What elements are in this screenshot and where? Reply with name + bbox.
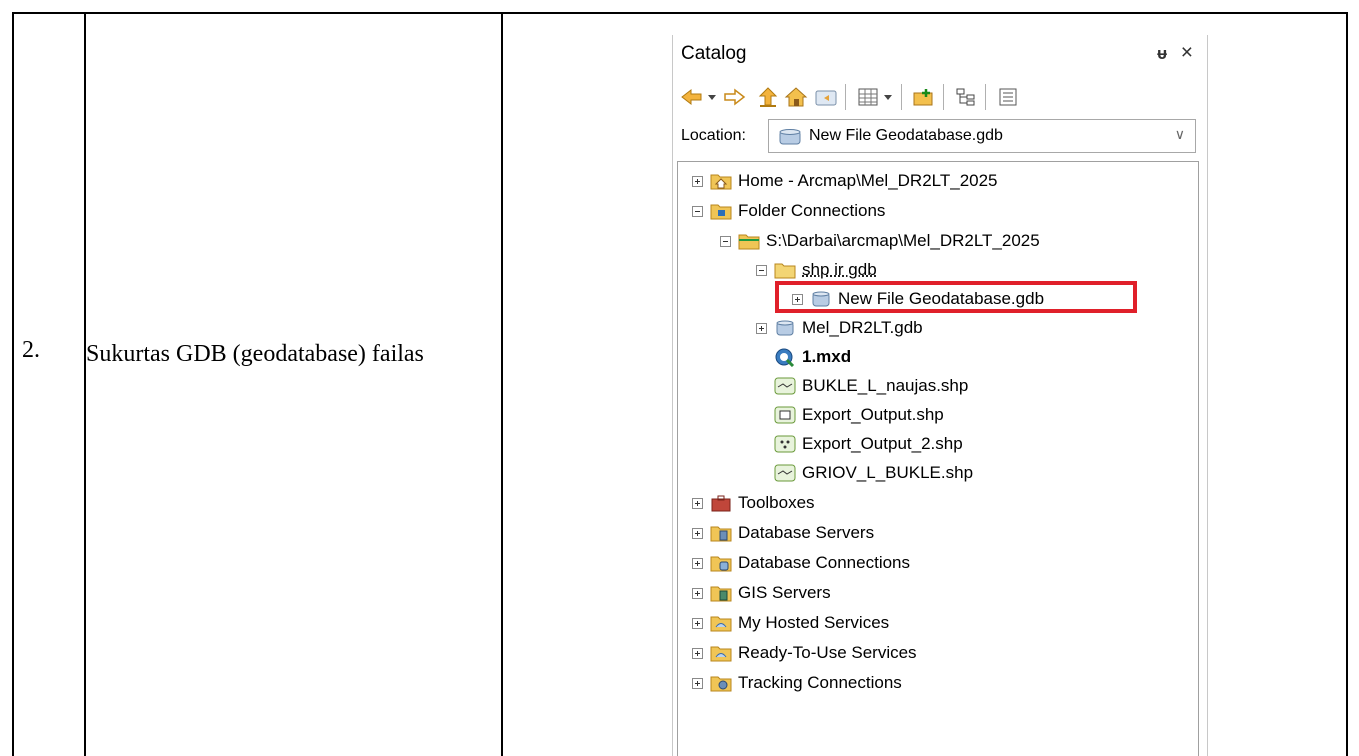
up-one-level-icon[interactable] bbox=[755, 84, 781, 110]
tree-item-new-file-geodatabase[interactable]: New File Geodatabase.gdb bbox=[792, 285, 1044, 313]
hosted-services-icon bbox=[710, 643, 732, 663]
expand-icon[interactable] bbox=[692, 557, 703, 569]
tree-item-bukle-l-naujas[interactable]: BUKLE_L_naujas.shp bbox=[774, 372, 968, 400]
view-dropdown-icon[interactable] bbox=[881, 84, 895, 110]
tree-item-1-mxd[interactable]: 1.mxd bbox=[774, 343, 851, 371]
tree-item-folder-connections[interactable]: Folder Connections bbox=[692, 197, 885, 225]
column-divider bbox=[84, 14, 86, 756]
tree-item-label: Export_Output.shp bbox=[802, 405, 944, 424]
options-icon[interactable] bbox=[995, 84, 1021, 110]
expand-icon[interactable] bbox=[692, 497, 703, 509]
tree-item-database-servers[interactable]: Database Servers bbox=[692, 519, 874, 547]
expand-icon[interactable] bbox=[756, 322, 767, 334]
tree-item-label: shp ir gdb bbox=[802, 260, 877, 279]
connect-folder-icon[interactable] bbox=[813, 84, 839, 110]
geodatabase-icon bbox=[777, 127, 803, 152]
location-label: Location: bbox=[681, 127, 746, 144]
expand-icon[interactable] bbox=[692, 587, 703, 599]
tree-item-database-connections[interactable]: Database Connections bbox=[692, 549, 910, 577]
close-icon[interactable]: × bbox=[1181, 41, 1193, 65]
catalog-window: Catalog ᵾ × Location: New File Geodataba… bbox=[672, 35, 1208, 756]
tree-item-label: Export_Output_2.shp bbox=[802, 434, 963, 453]
expand-icon[interactable] bbox=[692, 647, 703, 659]
tree-item-label: Tracking Connections bbox=[738, 673, 902, 692]
tree-item-label: Mel_DR2LT.gdb bbox=[802, 318, 923, 337]
step-description: Sukurtas GDB (geodatabase) failas bbox=[86, 341, 424, 367]
tree-item-my-hosted-services[interactable]: My Hosted Services bbox=[692, 609, 889, 637]
tree-item-ready-to-use-services[interactable]: Ready-To-Use Services bbox=[692, 639, 917, 667]
tree-item-griov-l-bukle[interactable]: GRIOV_L_BUKLE.shp bbox=[774, 459, 973, 487]
database-servers-icon bbox=[710, 523, 732, 543]
tree-item-label: Toolboxes bbox=[738, 493, 815, 512]
location-field[interactable]: New File Geodatabase.gdb ∨ bbox=[768, 119, 1196, 153]
tree-item-label: My Hosted Services bbox=[738, 613, 890, 632]
tree-item-toolboxes[interactable]: Toolboxes bbox=[692, 489, 815, 517]
geodatabase-icon bbox=[810, 289, 832, 309]
home-icon[interactable] bbox=[783, 84, 809, 110]
pin-icon[interactable]: ᵾ bbox=[1157, 44, 1167, 64]
step-number: 2. bbox=[22, 337, 40, 363]
tree-item-home[interactable]: Home - Arcmap\Mel_DR2LT_2025 bbox=[692, 167, 998, 195]
geodatabase-icon bbox=[774, 318, 796, 338]
catalog-tree: Home - Arcmap\Mel_DR2LT_2025 Folder Conn… bbox=[677, 161, 1199, 756]
catalog-title: Catalog bbox=[681, 43, 747, 64]
collapse-icon[interactable] bbox=[692, 205, 703, 217]
new-item-icon[interactable] bbox=[911, 84, 937, 110]
expand-icon[interactable] bbox=[692, 175, 703, 187]
hosted-services-icon bbox=[710, 613, 732, 633]
expand-icon[interactable] bbox=[792, 293, 803, 305]
line-shapefile-icon bbox=[774, 463, 796, 483]
tree-item-label: 1.mxd bbox=[802, 347, 852, 366]
tree-item-label: Home - Arcmap\Mel_DR2LT_2025 bbox=[738, 171, 998, 190]
tree-item-label: BUKLE_L_naujas.shp bbox=[802, 376, 969, 395]
tree-item-tracking-connections[interactable]: Tracking Connections bbox=[692, 669, 902, 697]
tree-item-label: GRIOV_L_BUKLE.shp bbox=[802, 463, 974, 482]
expand-icon[interactable] bbox=[692, 527, 703, 539]
column-divider bbox=[501, 14, 503, 756]
folder-icon bbox=[738, 231, 760, 251]
database-connections-icon bbox=[710, 553, 732, 573]
map-document-icon bbox=[774, 347, 796, 367]
toggle-contents-icon[interactable] bbox=[855, 84, 881, 110]
polygon-shapefile-icon bbox=[774, 405, 796, 425]
tree-item-label: Folder Connections bbox=[738, 201, 886, 220]
gis-servers-icon bbox=[710, 583, 732, 603]
home-folder-icon bbox=[710, 171, 732, 191]
forward-arrow-icon[interactable] bbox=[721, 84, 747, 110]
chevron-down-icon[interactable]: ∨ bbox=[1175, 126, 1185, 143]
tree-view-icon[interactable] bbox=[953, 84, 979, 110]
tree-item-label: S:\Darbai\arcmap\Mel_DR2LT_2025 bbox=[766, 231, 1040, 250]
tree-item-label: New File Geodatabase.gdb bbox=[838, 289, 1045, 308]
location-value: New File Geodatabase.gdb bbox=[809, 127, 1003, 144]
tree-item-shp-ir-gdb[interactable]: shp ir gdb bbox=[756, 256, 877, 284]
catalog-toolbar bbox=[679, 81, 1199, 111]
tree-item-gis-servers[interactable]: GIS Servers bbox=[692, 579, 831, 607]
collapse-icon[interactable] bbox=[720, 235, 731, 247]
tree-item-label: Ready-To-Use Services bbox=[738, 643, 917, 662]
dropdown-arrow-icon[interactable] bbox=[705, 84, 719, 110]
tree-item-export-output-2[interactable]: Export_Output_2.shp bbox=[774, 430, 963, 458]
tree-item-label: GIS Servers bbox=[738, 583, 831, 602]
catalog-header: Catalog ᵾ × bbox=[673, 35, 1207, 79]
expand-icon[interactable] bbox=[692, 617, 703, 629]
folder-connections-icon bbox=[710, 201, 732, 221]
back-arrow-icon[interactable] bbox=[679, 84, 705, 110]
tree-item-mel-dr2lt-gdb[interactable]: Mel_DR2LT.gdb bbox=[756, 314, 923, 342]
tracking-connections-icon bbox=[710, 673, 732, 693]
line-shapefile-icon bbox=[774, 376, 796, 396]
point-shapefile-icon bbox=[774, 434, 796, 454]
tree-item-s-drive[interactable]: S:\Darbai\arcmap\Mel_DR2LT_2025 bbox=[720, 227, 1040, 255]
tree-item-export-output[interactable]: Export_Output.shp bbox=[774, 401, 944, 429]
toolbox-icon bbox=[710, 493, 732, 513]
tree-item-label: Database Servers bbox=[738, 523, 875, 542]
folder-icon bbox=[774, 260, 796, 280]
tree-item-label: Database Connections bbox=[738, 553, 911, 572]
collapse-icon[interactable] bbox=[756, 264, 767, 276]
expand-icon[interactable] bbox=[692, 677, 703, 689]
